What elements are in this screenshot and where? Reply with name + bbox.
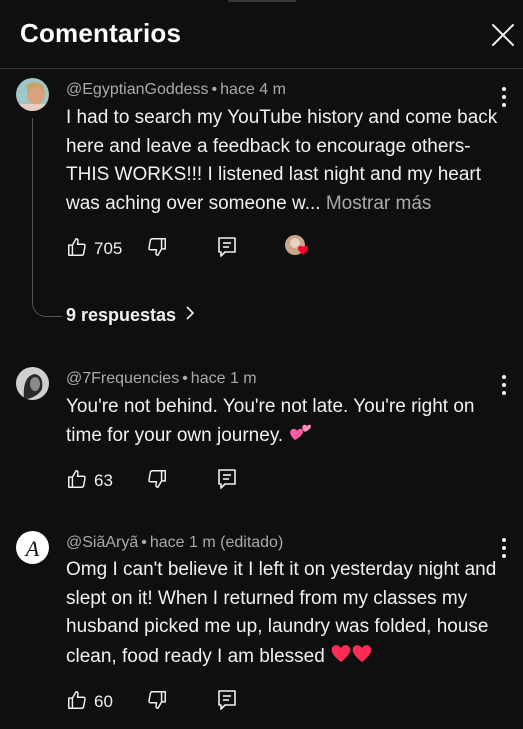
show-more-link[interactable]: Mostrar más [326,193,432,214]
comment-text: Omg I can't believe it I left it on yest… [66,556,506,673]
comment-time: hace 1 m [190,370,257,387]
comment-meta: @SiãAryã • hace 1 m (editado) [66,534,283,552]
comments-header: Comentarios [0,0,523,69]
avatar[interactable] [16,367,49,400]
dislike-button[interactable] [146,687,168,717]
dislike-button[interactable] [146,234,168,264]
like-count: 63 [94,471,113,490]
reply-button[interactable] [216,466,238,496]
comment-meta: @EgyptianGoddess • hace 4 m [66,81,286,99]
two-hearts-emoji [288,423,312,453]
meta-separator: • [182,370,188,387]
replies-button[interactable]: 9 respuestas [66,305,196,326]
comment-time: hace 4 m [220,81,286,98]
reply-icon [216,235,238,264]
creator-heart-icon [283,233,313,266]
meta-separator: • [141,534,147,551]
thumbs-down-icon [146,689,168,716]
close-icon[interactable] [488,20,518,50]
comment-time: hace 1 m (editado) [149,534,284,551]
panel-title: Comentarios [20,18,182,48]
replies-label: 9 respuestas [66,305,177,325]
thread-line [32,118,62,317]
comment-actions: 63 [66,466,366,496]
comment-author[interactable]: @SiãAryã [66,534,138,551]
like-button[interactable]: 60 [66,687,113,717]
avatar[interactable] [16,78,49,111]
comment-body: You're not behind. You're not late. You'… [66,396,475,446]
reply-icon [216,688,238,717]
like-count: 705 [94,239,123,258]
thumbs-down-icon [146,236,168,263]
comment-actions: 705 [66,234,366,264]
like-button[interactable]: 705 [66,234,122,264]
avatar[interactable]: A [16,531,49,564]
comment-body: I had to search my YouTube history and c… [66,107,498,214]
thumbs-down-icon [146,468,168,495]
comment-author[interactable]: @EgyptianGoddess [66,81,209,98]
chevron-right-icon [176,305,196,326]
meta-separator: • [211,81,218,98]
comment-body: Omg I can't believe it I left it on yest… [66,559,497,667]
red-hearts-emoji [330,642,374,674]
dislike-button[interactable] [146,466,168,496]
comment-author[interactable]: @7Frequencies [66,370,179,387]
thumbs-up-icon [66,236,88,263]
comment-text: I had to search my YouTube history and c… [66,104,506,218]
comment-text: You're not behind. You're not late. You'… [66,393,506,452]
like-count: 60 [94,692,113,711]
thumbs-up-icon [66,468,88,495]
creator-heart-badge [283,234,313,264]
reply-icon [216,467,238,496]
like-button[interactable]: 63 [66,466,113,496]
svg-text:A: A [24,536,40,561]
reply-button[interactable] [216,234,238,264]
comment-actions: 60 [66,687,366,717]
thumbs-up-icon [66,689,88,716]
comment-meta: @7Frequencies • hace 1 m [66,370,257,388]
reply-button[interactable] [216,687,238,717]
